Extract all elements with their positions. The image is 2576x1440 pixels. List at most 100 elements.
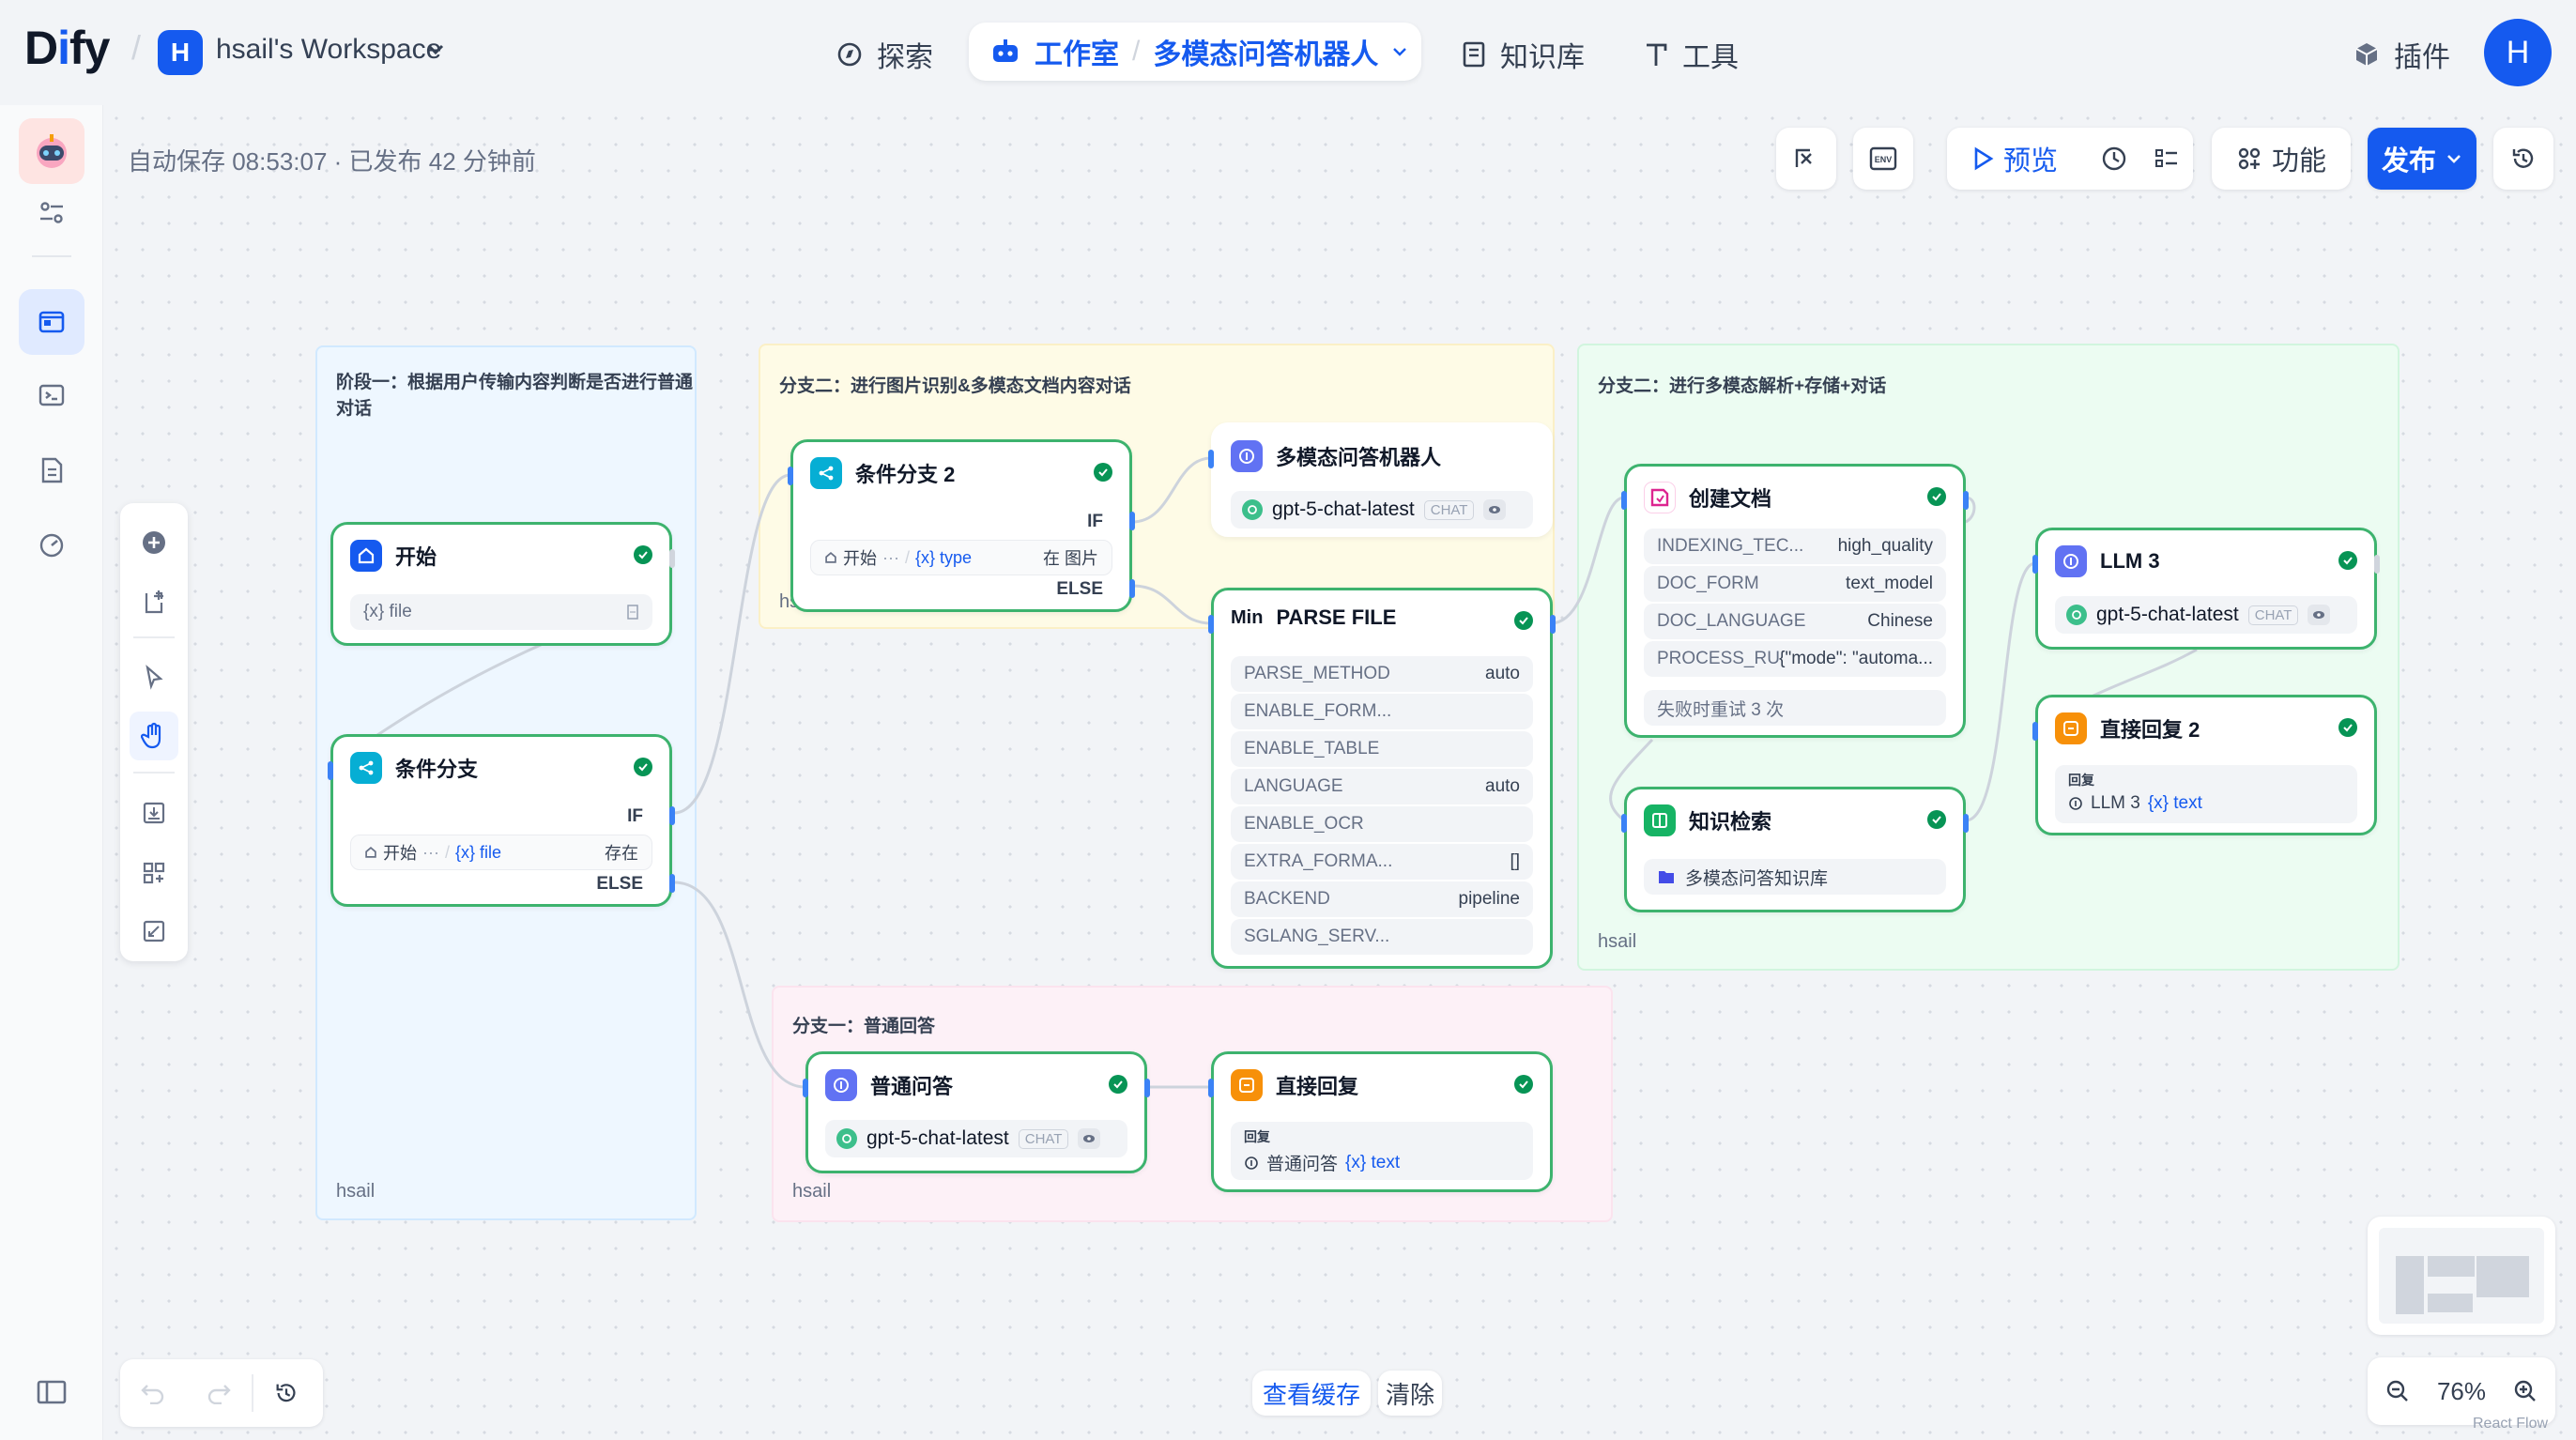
- answer-label: 回复: [1244, 1129, 1270, 1144]
- answer-icon: [1231, 1069, 1263, 1101]
- if-handle[interactable]: [1129, 512, 1135, 530]
- knowledge-base-item[interactable]: 多模态问答知识库: [1644, 859, 1946, 895]
- answer-source: 普通问答: [1266, 1155, 1339, 1174]
- zoom-in-icon[interactable]: [2512, 1378, 2538, 1404]
- success-check-icon: [1094, 463, 1112, 482]
- if-handle[interactable]: [669, 806, 675, 825]
- node-header: 条件分支 2: [810, 457, 955, 489]
- undo-icon: [141, 1385, 164, 1404]
- target-handle[interactable]: [1621, 491, 1627, 510]
- model-selector[interactable]: gpt-5-chat-latest CHAT: [1231, 491, 1533, 529]
- param-key: EXTRA_FORMA...: [1244, 851, 1393, 871]
- param-row[interactable]: BACKEND pipeline: [1231, 881, 1533, 917]
- source-handle[interactable]: [2374, 555, 2380, 574]
- node-answer-2[interactable]: 直接回复 2 回复 LLM 3 {x} text: [2032, 695, 2377, 835]
- else-handle[interactable]: [1129, 579, 1135, 598]
- edge: [1131, 584, 1212, 625]
- undo-button[interactable]: [120, 1382, 186, 1404]
- branch-icon: [350, 752, 382, 784]
- success-check-icon: [2338, 718, 2357, 737]
- node-title: 普通问答: [870, 1075, 954, 1098]
- node-llm-3[interactable]: LLM 3 gpt-5-chat-latest CHAT: [2032, 528, 2380, 650]
- success-check-icon: [1109, 1075, 1127, 1094]
- model-selector[interactable]: gpt-5-chat-latest CHAT: [825, 1120, 1127, 1157]
- node-create-document[interactable]: 创建文档 INDEXING_TEC... high_quality DOC_FORM…: [1621, 464, 1969, 738]
- param-value: []: [1510, 851, 1520, 871]
- minimap-block: [2428, 1256, 2475, 1277]
- node-plain-llm[interactable]: 普通问答 gpt-5-chat-latest CHAT: [803, 1051, 1150, 1173]
- param-row[interactable]: EXTRA_FORMA... []: [1231, 844, 1533, 880]
- node-parse-file[interactable]: Min PARSE FILE PARSE_METHOD auto ENABLE_FO…: [1208, 588, 1556, 969]
- target-handle[interactable]: [788, 467, 793, 485]
- param-row[interactable]: ENABLE_OCR: [1231, 806, 1533, 842]
- param-row[interactable]: DOC_LANGUAGE Chinese: [1644, 604, 1946, 639]
- start-variable[interactable]: {x} file: [350, 594, 652, 630]
- redo-button[interactable]: [186, 1382, 252, 1404]
- param-value: auto: [1485, 664, 1520, 683]
- change-history-button[interactable]: [253, 1380, 319, 1406]
- answer-label: 回复: [2068, 773, 2094, 788]
- node-knowledge-retrieval[interactable]: 知识检索 多模态问答知识库: [1621, 787, 1969, 912]
- node-llm-multimodal[interactable]: 多模态问答机器人 gpt-5-chat-latest CHAT: [1208, 422, 1553, 537]
- view-cache-button[interactable]: 查看缓存: [1252, 1371, 1371, 1416]
- param-row[interactable]: ENABLE_FORM...: [1231, 694, 1533, 729]
- node-title: 开始: [395, 545, 437, 569]
- model-name: gpt-5-chat-latest: [1272, 498, 1415, 520]
- zoom-level[interactable]: 76%: [2437, 1377, 2486, 1406]
- param-row[interactable]: LANGUAGE auto: [1231, 769, 1533, 804]
- minimap[interactable]: [2368, 1217, 2555, 1335]
- answer-content[interactable]: 回复 普通问答 {x} text: [1231, 1122, 1533, 1180]
- clear-button[interactable]: 清除: [1378, 1371, 1442, 1416]
- else-handle[interactable]: [669, 874, 675, 893]
- home-icon: [350, 540, 382, 572]
- param-row[interactable]: INDEXING_TEC... high_quality: [1644, 529, 1946, 564]
- node-title: 条件分支: [395, 758, 479, 781]
- target-handle[interactable]: [1208, 450, 1214, 468]
- node-ifelse-1[interactable]: 条件分支 IF 开始 ··· / {x} file 存在 ELSE: [328, 734, 675, 907]
- home-icon: [365, 846, 376, 858]
- param-row[interactable]: PARSE_METHOD auto: [1231, 656, 1533, 692]
- param-row[interactable]: PROCESS_RULE{"mode": "automa...: [1644, 641, 1946, 677]
- llm-icon: [1231, 440, 1263, 472]
- param-row[interactable]: ENABLE_TABLE: [1231, 731, 1533, 767]
- source-handle[interactable]: [1963, 814, 1969, 833]
- source-handle[interactable]: [1144, 1079, 1150, 1097]
- node-header: 直接回复: [1231, 1069, 1358, 1101]
- variable-name: {x} file: [363, 602, 412, 621]
- param-key: BACKEND: [1244, 889, 1330, 909]
- condition-source: 开始: [843, 549, 877, 568]
- source-handle[interactable]: [1550, 615, 1556, 634]
- target-handle[interactable]: [2032, 722, 2038, 741]
- target-handle[interactable]: [2032, 555, 2038, 574]
- source-handle[interactable]: [1963, 491, 1969, 510]
- answer-source: LLM 3: [2091, 793, 2140, 813]
- llm-icon: [1245, 1156, 1258, 1170]
- file-icon: [627, 605, 638, 620]
- param-key: DOC_LANGUAGE: [1657, 611, 1806, 631]
- retry-setting[interactable]: 失败时重试 3 次: [1644, 690, 1946, 726]
- node-ifelse-2[interactable]: 条件分支 2 IF 开始 ··· / {x} type 在 图片 ELSE: [788, 439, 1135, 612]
- param-key: PARSE_METHOD: [1244, 664, 1390, 683]
- node-start[interactable]: 开始 {x} file: [330, 522, 675, 646]
- node-header: 开始: [350, 540, 437, 572]
- zoom-out-icon[interactable]: [2384, 1378, 2411, 1404]
- answer-content[interactable]: 回复 LLM 3 {x} text: [2055, 765, 2357, 823]
- llm-icon: [2069, 797, 2082, 810]
- answer-variable: {x} text: [1345, 1152, 1401, 1172]
- condition-row[interactable]: 开始 ··· / {x} type 在 图片: [810, 540, 1112, 575]
- source-handle[interactable]: [669, 549, 675, 568]
- param-row[interactable]: DOC_FORM text_model: [1644, 566, 1946, 602]
- target-handle[interactable]: [328, 761, 333, 780]
- model-selector[interactable]: gpt-5-chat-latest CHAT: [2055, 596, 2357, 634]
- react-flow-attribution[interactable]: React Flow: [2473, 1416, 2548, 1432]
- vision-icon: [2308, 605, 2331, 625]
- target-handle[interactable]: [1208, 1079, 1214, 1097]
- openai-icon: [836, 1128, 857, 1149]
- param-row[interactable]: SGLANG_SERV...: [1231, 919, 1533, 955]
- target-handle[interactable]: [1208, 615, 1214, 634]
- node-title: 创建文档: [1689, 487, 1772, 511]
- target-handle[interactable]: [803, 1079, 808, 1097]
- node-answer[interactable]: 直接回复 回复 普通问答 {x} text: [1208, 1051, 1553, 1192]
- target-handle[interactable]: [1621, 814, 1627, 833]
- condition-row[interactable]: 开始 ··· / {x} file 存在: [350, 835, 652, 870]
